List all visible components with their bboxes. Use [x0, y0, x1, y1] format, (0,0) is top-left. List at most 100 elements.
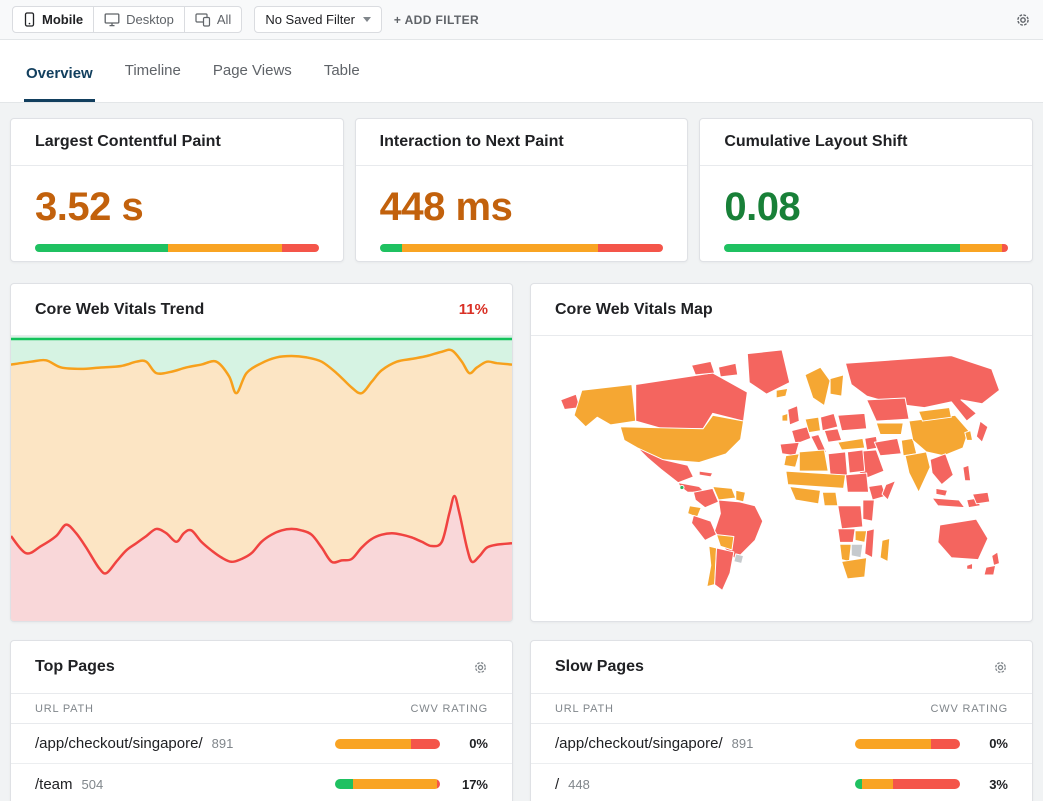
region-indonesia[interactable]: [932, 498, 965, 508]
region-egypt[interactable]: [847, 450, 864, 473]
region-alaska[interactable]: [574, 384, 636, 426]
add-filter-button[interactable]: + ADD FILTER: [394, 13, 479, 27]
column-cwv-rating: CWV RATING: [411, 703, 488, 715]
region-malaysia[interactable]: [936, 488, 948, 496]
table-row[interactable]: /app/checkout/singapore/8910%: [531, 724, 1032, 764]
region-australia[interactable]: [938, 519, 988, 559]
region-guyana[interactable]: [736, 490, 746, 502]
rating-bar-segment-needs_improvement: [855, 739, 931, 749]
toolbar-settings-button[interactable]: [1015, 12, 1031, 28]
region-finland[interactable]: [830, 375, 843, 396]
top-pages-settings-button[interactable]: [473, 660, 488, 675]
inp-card-header: Interaction to Next Paint: [356, 119, 688, 166]
region-korea[interactable]: [965, 431, 973, 441]
region-india[interactable]: [905, 452, 930, 492]
mobile-phone-icon: [23, 12, 36, 27]
region-uk[interactable]: [788, 406, 800, 425]
region-south-africa[interactable]: [842, 558, 867, 579]
region-bolivia[interactable]: [717, 535, 734, 550]
region-botswana[interactable]: [851, 544, 863, 557]
region-norway-sweden[interactable]: [805, 367, 830, 405]
region-iceland[interactable]: [776, 388, 788, 398]
region-namibia[interactable]: [840, 544, 852, 561]
cwv-rating-bar: [335, 779, 440, 789]
trend-chart[interactable]: [11, 336, 512, 622]
region-new-zealand-north[interactable]: [992, 552, 1000, 565]
saved-filter-dropdown[interactable]: No Saved Filter: [254, 6, 382, 33]
url-path: /: [555, 776, 559, 793]
table-row[interactable]: /team50417%: [11, 764, 512, 801]
world-map-svg: [545, 346, 1018, 601]
rating-bar-segment-poor: [931, 739, 960, 749]
column-cwv-rating: CWV RATING: [931, 703, 1008, 715]
region-peru[interactable]: [692, 515, 717, 540]
device-toggle-all-label: All: [217, 12, 231, 27]
region-libya[interactable]: [828, 452, 847, 475]
world-map[interactable]: [531, 336, 1032, 621]
region-uruguay[interactable]: [734, 554, 744, 564]
tab-table[interactable]: Table: [322, 62, 362, 102]
region-philippines[interactable]: [963, 465, 971, 480]
region-central-asia[interactable]: [876, 423, 903, 435]
cwv-good-percent: 0%: [974, 736, 1008, 751]
region-cuba[interactable]: [699, 471, 712, 477]
region-eastern-europe[interactable]: [824, 429, 841, 442]
region-ireland[interactable]: [782, 413, 788, 421]
slow-pages-settings-button[interactable]: [993, 660, 1008, 675]
url-path: /team: [35, 776, 73, 793]
rating-bar-segment-poor: [282, 244, 319, 252]
device-toggle-desktop[interactable]: Desktop: [94, 7, 185, 32]
tab-overview[interactable]: Overview: [24, 65, 95, 102]
device-toggle-all[interactable]: All: [185, 7, 241, 32]
rating-bar-segment-good: [724, 244, 959, 252]
slow-pages-title: Slow Pages: [555, 658, 644, 676]
region-el-salvador[interactable]: [680, 485, 684, 489]
map-card-title: Core Web Vitals Map: [555, 301, 713, 319]
region-west-africa[interactable]: [790, 486, 821, 503]
region-algeria[interactable]: [799, 450, 828, 471]
region-iberia[interactable]: [780, 442, 799, 455]
region-new-zealand-south[interactable]: [984, 565, 996, 575]
region-tasmania[interactable]: [967, 563, 973, 569]
region-morocco[interactable]: [784, 454, 799, 467]
region-mozambique[interactable]: [865, 529, 875, 558]
rating-bar-segment-needs_improvement: [960, 244, 1003, 252]
tab-page-views[interactable]: Page Views: [211, 62, 294, 102]
rating-bar-segment-good: [380, 244, 403, 252]
lcp-rating-bar: [35, 244, 319, 252]
region-greenland[interactable]: [747, 350, 789, 394]
region-central-europe[interactable]: [820, 413, 837, 430]
region-japan[interactable]: [976, 421, 988, 442]
lcp-card: Largest Contentful Paint 3.52 s: [10, 118, 344, 262]
region-kazakhstan[interactable]: [867, 398, 909, 421]
region-zambia[interactable]: [855, 531, 867, 543]
rating-bar-segment-poor: [893, 779, 960, 789]
url-path: /app/checkout/singapore/: [35, 735, 203, 752]
region-central-africa[interactable]: [838, 506, 863, 529]
device-toggle-mobile-label: Mobile: [42, 12, 83, 27]
region-southeast-asia[interactable]: [930, 454, 953, 485]
tab-timeline[interactable]: Timeline: [123, 62, 183, 102]
trend-area-chart: [11, 336, 512, 622]
chevron-down-icon: [363, 17, 371, 22]
region-ukraine[interactable]: [838, 413, 867, 430]
region-iran[interactable]: [874, 438, 901, 455]
cls-card-body: 0.08: [700, 166, 1032, 252]
table-row[interactable]: /app/checkout/singapore/8910%: [11, 724, 512, 764]
region-nigeria[interactable]: [822, 492, 837, 505]
device-toggle-mobile[interactable]: Mobile: [13, 7, 94, 32]
cls-value: 0.08: [724, 187, 1008, 227]
table-row[interactable]: /4483%: [531, 764, 1032, 801]
metric-cards-row: Largest Contentful Paint 3.52 s Interact…: [10, 118, 1033, 262]
region-argentina[interactable]: [715, 548, 734, 590]
region-madagascar[interactable]: [880, 538, 890, 561]
region-east-africa[interactable]: [863, 500, 875, 521]
cwv-good-percent: 3%: [974, 777, 1008, 792]
page-view-count: 891: [212, 736, 234, 751]
region-sudan[interactable]: [845, 473, 868, 492]
cwv-trend-card: Core Web Vitals Trend 11%: [10, 283, 513, 622]
dashboard-content: Largest Contentful Paint 3.52 s Interact…: [0, 103, 1043, 801]
region-china[interactable]: [909, 415, 969, 455]
region-angola[interactable]: [838, 529, 855, 542]
top-pages-column-headers: URL PATH CWV RATING: [11, 694, 512, 724]
